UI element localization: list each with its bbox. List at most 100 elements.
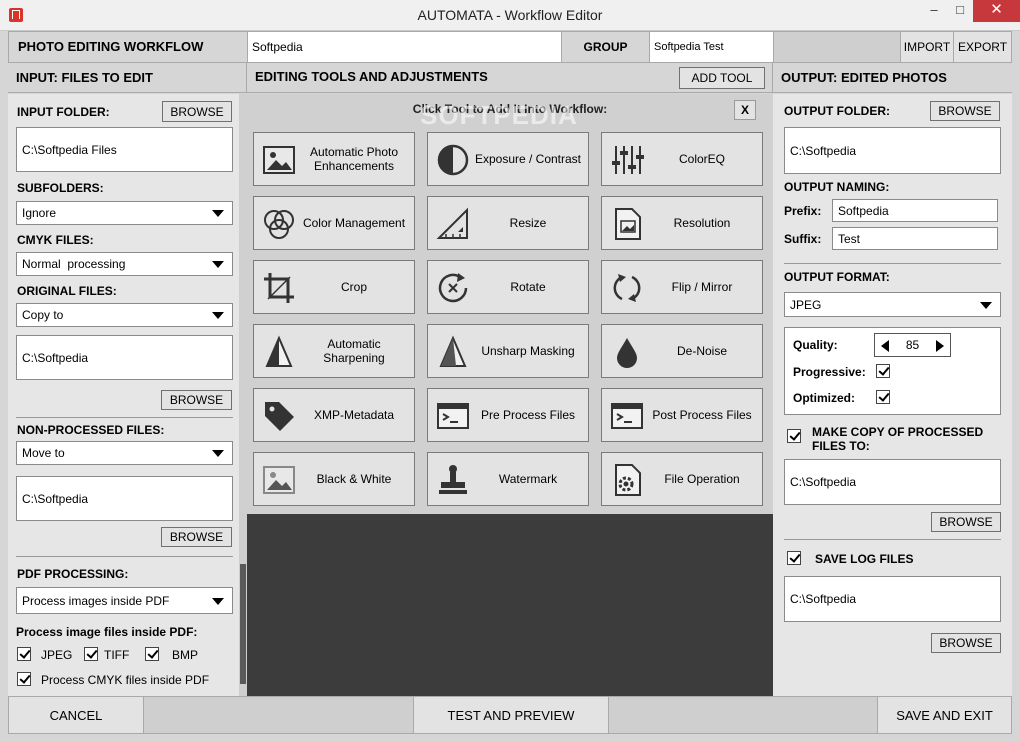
divider: [784, 539, 1001, 540]
tool-exposure-contrast[interactable]: Exposure / Contrast: [427, 132, 589, 186]
optimized-label: Optimized:: [793, 391, 855, 405]
scroll-thumb[interactable]: [240, 564, 246, 684]
tool-label: ColorEQ: [678, 152, 725, 166]
pdf-processing-label: PDF PROCESSING:: [17, 567, 129, 581]
cmyk-files-select[interactable]: Normal processing: [16, 252, 233, 276]
tool-label: Black & White: [316, 472, 392, 486]
tool-label: Pre Process Files: [480, 408, 576, 422]
equalizer-icon: [610, 143, 644, 177]
tool-pre-process-files[interactable]: Pre Process Files: [427, 388, 589, 442]
minimize-icon[interactable]: –: [921, 0, 947, 22]
output-folder-field[interactable]: C:\Softpedia: [784, 127, 1001, 174]
tiff-checkbox[interactable]: [84, 647, 98, 661]
tool-label: XMP-Metadata: [313, 408, 395, 422]
tool-coloreq[interactable]: ColorEQ: [601, 132, 763, 186]
suffix-label: Suffix:: [784, 232, 822, 246]
non-processed-select[interactable]: Move to: [16, 441, 233, 465]
divider: [16, 556, 233, 557]
file-gear-icon: [610, 463, 644, 497]
tool-label: Automatic Sharpening: [323, 337, 385, 365]
copy-browse-button[interactable]: BROWSE: [931, 512, 1001, 532]
output-panel-title: OUTPUT: EDITED PHOTOS: [773, 63, 1012, 93]
tool-automatic-photo-enhancements[interactable]: Automatic Photo Enhancements: [253, 132, 415, 186]
tool-flip-mirror[interactable]: Flip / Mirror: [601, 260, 763, 314]
log-path-field[interactable]: C:\Softpedia: [784, 576, 1001, 622]
group-label: GROUP: [562, 32, 650, 62]
bmp-label: BMP: [172, 648, 199, 662]
footer-bar: CANCEL TEST AND PREVIEW SAVE AND EXIT: [8, 696, 1012, 734]
optimized-checkbox[interactable]: [876, 390, 890, 404]
non-processed-browse-button[interactable]: BROWSE: [161, 527, 232, 547]
tool-color-management[interactable]: Color Management: [253, 196, 415, 250]
increment-icon[interactable]: [936, 340, 944, 352]
tool-label: Color Management: [302, 216, 406, 230]
sharpen-icon: [262, 335, 296, 369]
tool-rotate[interactable]: Rotate: [427, 260, 589, 314]
divider: [16, 417, 233, 418]
tool-post-process-files[interactable]: Post Process Files: [601, 388, 763, 442]
copy-path-field[interactable]: C:\Softpedia: [784, 459, 1001, 505]
tool-label: Resolution: [673, 216, 731, 230]
unsharp-icon: [436, 335, 470, 369]
workflow-label: PHOTO EDITING WORKFLOW: [9, 32, 248, 62]
color-circles-icon: [262, 207, 296, 241]
tool-label: Exposure / Contrast: [474, 152, 582, 166]
input-browse-button[interactable]: BROWSE: [162, 101, 232, 122]
output-format-label: OUTPUT FORMAT:: [784, 270, 890, 284]
cmyk-files-value: Normal processing: [22, 257, 126, 271]
cmyk-pdf-checkbox[interactable]: [17, 672, 31, 686]
subfolders-label: SUBFOLDERS:: [17, 181, 104, 195]
tool-black-white[interactable]: Black & White: [253, 452, 415, 506]
save-log-checkbox[interactable]: [787, 551, 801, 565]
close-tool-picker-button[interactable]: X: [734, 100, 756, 120]
prefix-field[interactable]: Softpedia: [832, 199, 998, 222]
cmyk-pdf-label: Process CMYK files inside PDF: [41, 673, 210, 687]
original-path-field[interactable]: C:\Softpedia: [16, 335, 233, 380]
input-folder-field[interactable]: C:\Softpedia Files: [16, 127, 233, 172]
tool-crop[interactable]: Crop: [253, 260, 415, 314]
save-exit-button[interactable]: SAVE AND EXIT: [878, 697, 1011, 733]
jpeg-checkbox[interactable]: [17, 647, 31, 661]
prefix-label: Prefix:: [784, 204, 822, 218]
group-input[interactable]: Softpedia Test: [650, 32, 774, 62]
close-icon[interactable]: ✕: [973, 0, 1020, 22]
quality-stepper[interactable]: 85: [874, 333, 951, 357]
output-browse-button[interactable]: BROWSE: [930, 101, 1000, 121]
original-files-select[interactable]: Copy to: [16, 303, 233, 327]
progressive-label: Progressive:: [793, 365, 866, 379]
import-button[interactable]: IMPORT: [901, 32, 954, 62]
tool-label: Rotate: [510, 280, 546, 294]
export-button[interactable]: EXPORT: [954, 32, 1011, 62]
test-preview-button[interactable]: TEST AND PREVIEW: [414, 697, 609, 733]
output-format-select[interactable]: JPEG: [784, 292, 1001, 317]
tool-file-operation[interactable]: File Operation: [601, 452, 763, 506]
bmp-checkbox[interactable]: [145, 647, 159, 661]
make-copy-label-2: FILES TO:: [812, 439, 870, 453]
original-browse-button[interactable]: BROWSE: [161, 390, 232, 410]
tool-xmp-metadata[interactable]: XMP-Metadata: [253, 388, 415, 442]
tool-resize[interactable]: Resize: [427, 196, 589, 250]
make-copy-checkbox[interactable]: [787, 429, 801, 443]
workflow-name-input[interactable]: Softpedia: [248, 32, 562, 62]
non-processed-path-field[interactable]: C:\Softpedia: [16, 476, 233, 521]
save-log-label: SAVE LOG FILES: [815, 552, 914, 566]
pdf-processing-select[interactable]: Process images inside PDF: [16, 587, 233, 614]
footer-spacer: [144, 697, 414, 733]
log-browse-button[interactable]: BROWSE: [931, 633, 1001, 653]
non-processed-value: Move to: [22, 446, 65, 460]
tool-unsharp-masking[interactable]: Unsharp Masking: [427, 324, 589, 378]
tool-watermark[interactable]: Watermark: [427, 452, 589, 506]
maximize-icon[interactable]: □: [947, 0, 973, 22]
tool-resolution[interactable]: Resolution: [601, 196, 763, 250]
progressive-checkbox[interactable]: [876, 364, 890, 378]
cancel-button[interactable]: CANCEL: [9, 697, 144, 733]
tool-automatic-sharpening[interactable]: Automatic Sharpening: [253, 324, 415, 378]
subfolders-select[interactable]: Ignore: [16, 201, 233, 225]
input-scrollbar[interactable]: [239, 94, 247, 696]
tool-label: Resize: [509, 216, 547, 230]
suffix-field[interactable]: Test: [832, 227, 998, 250]
ruler-triangle-icon: [436, 207, 470, 241]
add-tool-button[interactable]: ADD TOOL: [679, 67, 765, 89]
tag-icon: [262, 399, 296, 433]
tool-de-noise[interactable]: De-Noise: [601, 324, 763, 378]
